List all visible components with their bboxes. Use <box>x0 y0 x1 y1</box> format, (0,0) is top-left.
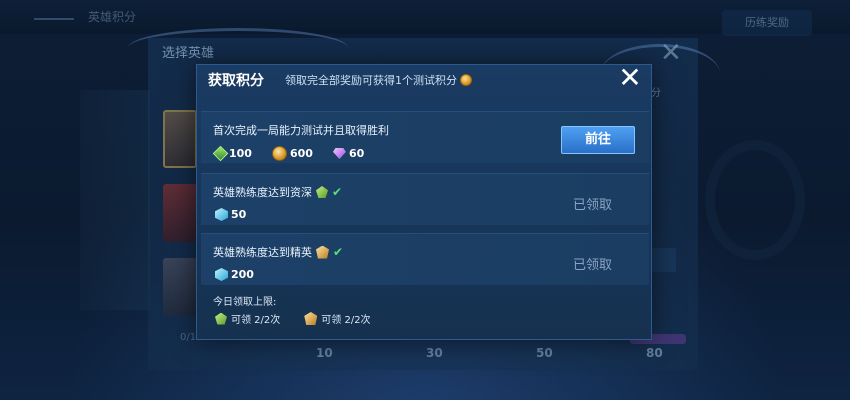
green-gem-icon <box>212 145 229 162</box>
dialog-subtitle: 领取完全部奖励可获得1个测试积分 <box>285 72 472 88</box>
daily-limit-title: 今日领取上限: <box>213 297 277 308</box>
dialog-subtitle-text: 领取完全部奖励可获得1个测试积分 <box>285 74 457 87</box>
background-hero-portrait <box>163 110 197 168</box>
reward-item: 100 <box>212 145 252 162</box>
check-icon: ✔ <box>332 185 343 199</box>
task-description: 英雄熟练度达到资深 ✔ <box>213 184 342 200</box>
task-description-text: 首次完成一局能力测试并且取得胜利 <box>213 124 389 137</box>
reward-item: 50 <box>215 208 246 221</box>
reward-value: 100 <box>229 147 252 160</box>
daily-limit-text: 可领 2/2次 <box>231 315 281 326</box>
background-hero-portrait <box>163 184 197 242</box>
task-rewards: 100 600 60 <box>212 145 365 162</box>
claimed-status: 已领取 <box>573 198 613 213</box>
progress-tick: 80 <box>646 346 663 360</box>
background-top-right-button: 历练奖励 <box>722 10 812 36</box>
go-button[interactable]: 前往 <box>561 126 635 154</box>
reward-value: 50 <box>231 208 247 221</box>
daily-limit-text: 可领 2/2次 <box>321 315 371 326</box>
task-description-text: 英雄熟练度达到精英 <box>213 246 312 259</box>
background-circle-decoration <box>705 140 805 260</box>
purple-diamond-icon <box>332 148 346 159</box>
daily-limit-section: 今日领取上限: 可领 2/2次 可领 2/2次 <box>201 289 649 335</box>
claimed-status: 已领取 <box>573 258 613 273</box>
progress-tick: 50 <box>536 346 553 360</box>
reward-value: 600 <box>289 147 313 160</box>
progress-tick: 10 <box>316 346 333 360</box>
reward-item: 200 <box>215 268 254 281</box>
dialog-title: 获取积分 <box>208 73 264 89</box>
reward-value: 200 <box>231 268 254 281</box>
close-button[interactable]: ✕ <box>615 63 645 93</box>
blue-crystal-icon <box>215 268 228 281</box>
reward-item: 60 <box>332 147 365 160</box>
task-description: 英雄熟练度达到精英 ✔ <box>213 244 343 260</box>
test-point-coin-icon <box>460 74 472 86</box>
reward-value: 60 <box>348 147 365 160</box>
get-points-dialog: 获取积分 领取完全部奖励可获得1个测试积分 ✕ 首次完成一局能力测试并且取得胜利… <box>196 63 652 340</box>
daily-limit-item: 可领 2/2次 <box>215 311 280 326</box>
check-icon: ✔ <box>333 245 344 259</box>
task-row: 英雄熟练度达到资深 ✔ 50 已领取 <box>201 173 649 225</box>
background-right-button <box>652 248 676 272</box>
task-row: 英雄熟练度达到精英 ✔ 200 已领取 <box>201 233 649 285</box>
background-left-decoration <box>80 90 150 310</box>
task-description: 首次完成一局能力测试并且取得胜利 <box>213 122 389 138</box>
dialog-header: 获取积分 领取完全部奖励可获得1个测试积分 ✕ <box>197 63 651 95</box>
daily-limit-item: 可领 2/2次 <box>304 311 371 326</box>
daily-limit-items: 可领 2/2次 可领 2/2次 <box>215 311 371 326</box>
gold-coin-icon <box>271 146 287 161</box>
blue-crystal-icon <box>215 208 228 221</box>
rank-green-icon <box>316 186 328 198</box>
rank-gold-icon <box>304 312 318 325</box>
rank-gold-icon <box>316 245 329 259</box>
progress-tick: 30 <box>426 346 443 360</box>
task-rewards: 50 <box>215 208 246 221</box>
reward-item: 600 <box>271 146 313 161</box>
back-arrow-icon <box>34 10 74 20</box>
background-top-title: 英雄积分 <box>88 10 137 24</box>
background-hero-portrait <box>163 258 197 316</box>
task-rewards: 200 <box>215 268 254 281</box>
task-row: 首次完成一局能力测试并且取得胜利 100 600 60 前往 <box>201 111 649 163</box>
task-description-text: 英雄熟练度达到资深 <box>213 186 312 199</box>
rank-green-icon <box>215 312 227 325</box>
background-swirl-decoration <box>128 28 348 68</box>
